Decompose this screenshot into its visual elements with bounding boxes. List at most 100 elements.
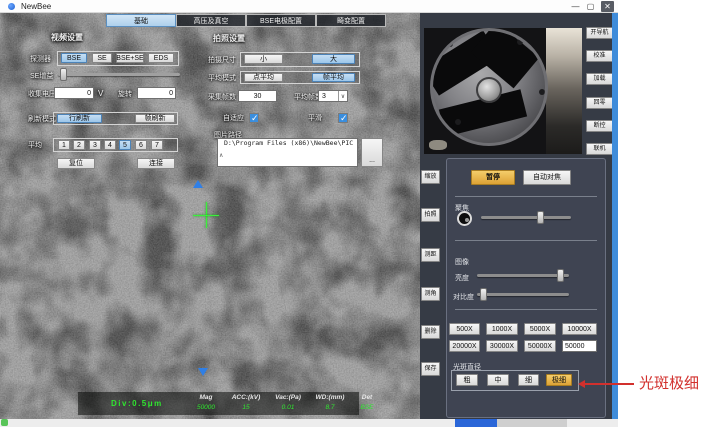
status-value-mag: 50000 xyxy=(188,404,224,411)
calibrate-button[interactable]: 校准 xyxy=(586,50,613,62)
right-panel: 开导航 校准 加载 回零 断控 联机 缩放 拍照 测距 测角 删除 保存 暂停 … xyxy=(420,13,612,419)
measure-angle-tool-button[interactable]: 测角 xyxy=(421,287,440,301)
brightness-thumb[interactable] xyxy=(557,269,564,282)
capture-frames-input[interactable] xyxy=(238,90,277,102)
contrast-slider[interactable] xyxy=(477,288,569,301)
mag-30000x-button[interactable]: 30000X xyxy=(486,340,518,352)
average-option-1[interactable]: 1 xyxy=(58,140,70,150)
rotation-input[interactable] xyxy=(137,87,176,99)
average-option-4[interactable]: 4 xyxy=(104,140,116,150)
zoom-tool-button[interactable]: 缩放 xyxy=(421,170,440,184)
detector-option-bse[interactable]: BSE xyxy=(61,53,87,63)
avgmode-option-point[interactable]: 点平均 xyxy=(244,73,283,82)
annotation-text: 光斑极细 xyxy=(639,372,699,393)
snapshot-tool-button[interactable]: 拍照 xyxy=(421,208,440,222)
disconnect-control-button[interactable]: 断控 xyxy=(586,120,613,132)
se-gain-thumb[interactable] xyxy=(60,68,67,81)
avgmode-option-frame[interactable]: 帧平均 xyxy=(312,73,355,82)
spot-coarse-button[interactable]: 粗 xyxy=(456,374,478,386)
photo-settings-title: 拍照设置 xyxy=(213,35,245,43)
taskbar-strip xyxy=(0,419,618,427)
path-scroll-up-icon[interactable]: ∧ xyxy=(219,153,223,159)
se-gain-label: SE增益 xyxy=(30,73,53,80)
autofocus-button[interactable]: 自动对焦 xyxy=(523,170,571,185)
focus-thumb[interactable] xyxy=(537,211,544,224)
refresh-option-line[interactable]: 行刷新 xyxy=(57,114,102,123)
reset-button[interactable]: 复位 xyxy=(57,158,95,169)
save-tool-button[interactable]: 保存 xyxy=(421,362,440,376)
focus-knob[interactable] xyxy=(457,211,472,226)
average-option-3[interactable]: 3 xyxy=(89,140,101,150)
tab-bse-electrode-config[interactable]: BSE电极配置 xyxy=(246,14,316,27)
status-value-vac: 0.01 xyxy=(268,404,308,411)
bright-spot xyxy=(429,140,447,150)
average-option-2[interactable]: 2 xyxy=(73,140,85,150)
spot-fine-button[interactable]: 细 xyxy=(518,374,539,386)
bolt-holes xyxy=(447,41,453,47)
average-option-7[interactable]: 7 xyxy=(151,140,163,150)
mag-20000x-button[interactable]: 20000X xyxy=(449,340,480,352)
divider xyxy=(455,240,597,241)
status-value-det: BSE xyxy=(352,404,382,411)
image-path-textarea[interactable]: D:\Program Files (x86)\NewBee\PIC xyxy=(217,138,358,167)
delete-tool-button[interactable]: 删除 xyxy=(421,325,440,339)
status-header-acc: ACC:(kV) xyxy=(224,394,268,401)
focus-track xyxy=(481,216,571,219)
smooth-checkbox[interactable] xyxy=(338,113,348,123)
mag-50000x-button[interactable]: 50000X xyxy=(524,340,556,352)
sem-image-viewport[interactable]: 基础 高压及真空 BSE电极配置 畸变配置 视频设置 探测器 BSE SE BS… xyxy=(0,13,420,419)
adaptive-label: 自适应 xyxy=(223,115,244,122)
detector-option-eds[interactable]: EDS xyxy=(148,53,174,63)
spot-medium-button[interactable]: 中 xyxy=(487,374,509,386)
load-button[interactable]: 加载 xyxy=(586,73,613,85)
collect-voltage-input[interactable] xyxy=(54,87,94,99)
detector-option-se[interactable]: SE xyxy=(92,53,112,63)
mag-5000x-button[interactable]: 5000X xyxy=(524,323,556,335)
average-option-5[interactable]: 5 xyxy=(119,140,131,150)
status-header-vac: Vac:(Pa) xyxy=(268,394,308,401)
scale-division-label: Div:0.5μm xyxy=(111,399,163,408)
mag-1000x-button[interactable]: 1000X xyxy=(486,323,518,335)
average-option-6[interactable]: 6 xyxy=(135,140,147,150)
spot-extra-fine-button[interactable]: 极细 xyxy=(546,374,572,386)
minimize-button[interactable]: — xyxy=(569,1,582,12)
brightness-label: 亮度 xyxy=(455,273,469,283)
taskbar-gray-segment xyxy=(497,419,567,427)
mag-custom-input[interactable] xyxy=(562,340,597,352)
chevron-down-icon[interactable]: ∨ xyxy=(338,91,347,101)
measure-distance-tool-button[interactable]: 测距 xyxy=(421,248,440,262)
close-button[interactable]: ✕ xyxy=(601,1,614,12)
browse-path-button[interactable]: ... xyxy=(361,138,383,167)
annotation-line xyxy=(584,383,634,385)
rotation-label: 旋转 xyxy=(118,91,132,98)
size-option-large[interactable]: 大 xyxy=(312,54,355,64)
image-section-label: 图像 xyxy=(455,257,469,267)
refresh-option-frame[interactable]: 帧刷新 xyxy=(135,114,175,123)
adaptive-checkbox[interactable] xyxy=(249,113,259,123)
connect-button[interactable]: 连接 xyxy=(137,158,175,169)
tab-distortion-config[interactable]: 畸变配置 xyxy=(316,14,386,27)
se-gain-slider[interactable] xyxy=(58,68,180,81)
return-zero-button[interactable]: 回零 xyxy=(586,97,613,109)
size-option-small[interactable]: 小 xyxy=(244,54,283,64)
title-bar: NewBee — ▢ ✕ xyxy=(0,0,618,13)
average-mode-label: 平均模式 xyxy=(208,75,236,82)
open-navigation-button[interactable]: 开导航 xyxy=(586,27,613,39)
avg-frames-select[interactable]: 3 ∨ xyxy=(318,90,348,102)
maximize-button[interactable]: ▢ xyxy=(584,1,597,12)
tab-hv-vacuum[interactable]: 高压及真空 xyxy=(176,14,246,27)
video-settings-title: 视频设置 xyxy=(51,34,83,42)
tab-basic[interactable]: 基础 xyxy=(106,14,176,27)
scan-marker-top-icon xyxy=(193,180,203,188)
status-value-wd: 8.7 xyxy=(308,404,352,411)
taskbar-icon xyxy=(1,419,8,426)
brightness-slider[interactable] xyxy=(477,269,569,282)
chamber-camera-view xyxy=(424,28,582,154)
detector-option-bse-se[interactable]: BSE+SE xyxy=(116,53,144,63)
mag-10000x-button[interactable]: 10000X xyxy=(562,323,597,335)
online-button[interactable]: 联机 xyxy=(586,143,613,155)
mag-500x-button[interactable]: 500X xyxy=(449,323,480,335)
contrast-thumb[interactable] xyxy=(480,288,487,301)
pause-button[interactable]: 暂停 xyxy=(471,170,515,185)
focus-slider[interactable] xyxy=(481,211,571,224)
